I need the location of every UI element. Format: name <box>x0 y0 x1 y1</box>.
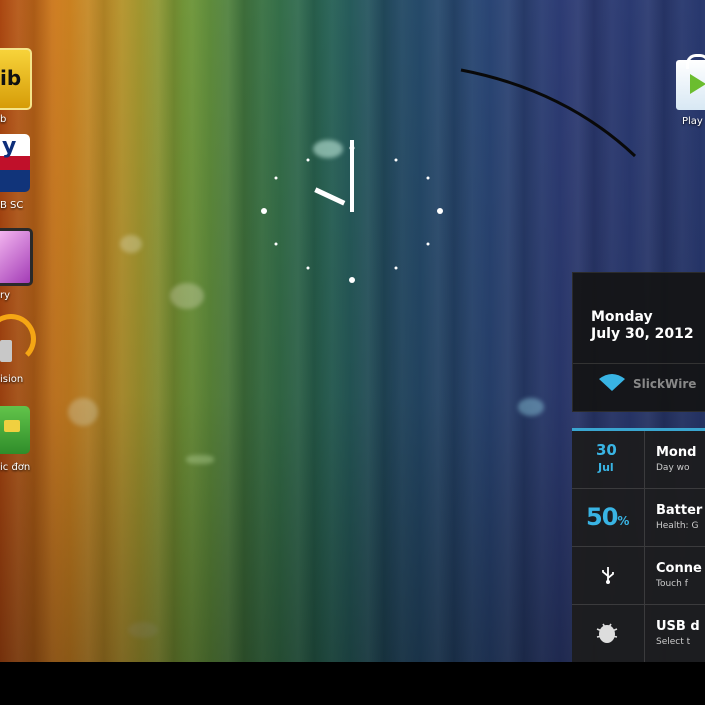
play-store-shortcut[interactable]: Play <box>672 54 705 134</box>
clock-tick <box>426 176 430 180</box>
shortcut-imdb[interactable]: ib b <box>0 48 60 128</box>
bokeh-light <box>186 455 214 464</box>
status-row-usb-debug[interactable]: USB d Select t <box>572 605 705 663</box>
shortcut-label: ic đơn <box>0 462 31 473</box>
bokeh-light <box>170 283 204 309</box>
clock-minute-hand <box>350 140 354 212</box>
shortcut-label: B SC <box>0 200 24 211</box>
clock-tick <box>274 176 278 180</box>
date-widget[interactable]: Monday July 30, 2012 SlickWire <box>572 272 705 412</box>
status-row-title: Conne <box>656 561 702 576</box>
navigation-bar <box>0 662 705 705</box>
divider <box>573 363 705 364</box>
shortcut-sky-sports[interactable]: y B SC <box>0 134 60 214</box>
shortcut-music[interactable]: ision <box>0 308 60 388</box>
music-headphones-icon <box>0 310 36 366</box>
play-store-icon <box>676 54 705 110</box>
status-row-left: 30 Jul <box>572 431 645 488</box>
sky-sports-icon: y <box>0 134 30 192</box>
status-row-title: Mond <box>656 445 697 460</box>
clock-tick <box>261 208 267 214</box>
status-row-left <box>572 547 645 604</box>
status-row-battery[interactable]: 50% Batter Health: G <box>572 489 705 547</box>
wifi-ssid: SlickWire <box>633 377 697 391</box>
clock-tick <box>394 266 398 270</box>
status-row-subtitle: Touch f <box>656 579 688 589</box>
date-widget-date: July 30, 2012 <box>591 326 694 342</box>
clock-tick <box>426 242 430 246</box>
status-row-subtitle: Day wo <box>656 463 690 473</box>
wifi-icon <box>599 374 625 391</box>
gallery-icon <box>0 228 33 286</box>
app-icon <box>0 406 30 454</box>
status-row-subtitle: Select t <box>656 637 691 647</box>
bokeh-light <box>68 398 98 426</box>
stroke-line <box>460 68 637 158</box>
usb-icon <box>602 567 614 584</box>
shortcut-gallery[interactable]: ry <box>0 226 60 306</box>
status-row-connection[interactable]: Conne Touch f <box>572 547 705 605</box>
analog-clock-widget[interactable] <box>250 130 455 295</box>
bokeh-light <box>120 235 142 253</box>
status-row-title: USB d <box>656 619 700 634</box>
status-row-title: Batter <box>656 503 703 518</box>
bokeh-light <box>518 398 544 416</box>
shortcut-label: b <box>0 114 7 125</box>
clock-tick <box>437 208 443 214</box>
shortcut-app[interactable]: ic đơn <box>0 404 60 484</box>
status-widget: 30 Jul Mond Day wo 50% Batter Health: G … <box>572 428 705 666</box>
clock-tick <box>349 277 355 283</box>
bokeh-light <box>128 622 158 638</box>
status-row-left: 50% <box>572 489 645 546</box>
date-widget-day: Monday <box>591 309 653 325</box>
usb-debug-icon <box>596 623 618 643</box>
shortcut-label: ry <box>0 290 11 301</box>
imdb-icon: ib <box>0 48 32 110</box>
clock-tick <box>306 266 310 270</box>
status-row-subtitle: Health: G <box>656 521 699 531</box>
play-store-label: Play <box>682 116 703 127</box>
status-row-left <box>572 605 645 662</box>
clock-tick <box>394 158 398 162</box>
shortcut-label: ision <box>0 374 24 385</box>
clock-hour-hand <box>314 187 346 206</box>
clock-tick <box>274 242 278 246</box>
status-row-date[interactable]: 30 Jul Mond Day wo <box>572 431 705 489</box>
clock-tick <box>306 158 310 162</box>
